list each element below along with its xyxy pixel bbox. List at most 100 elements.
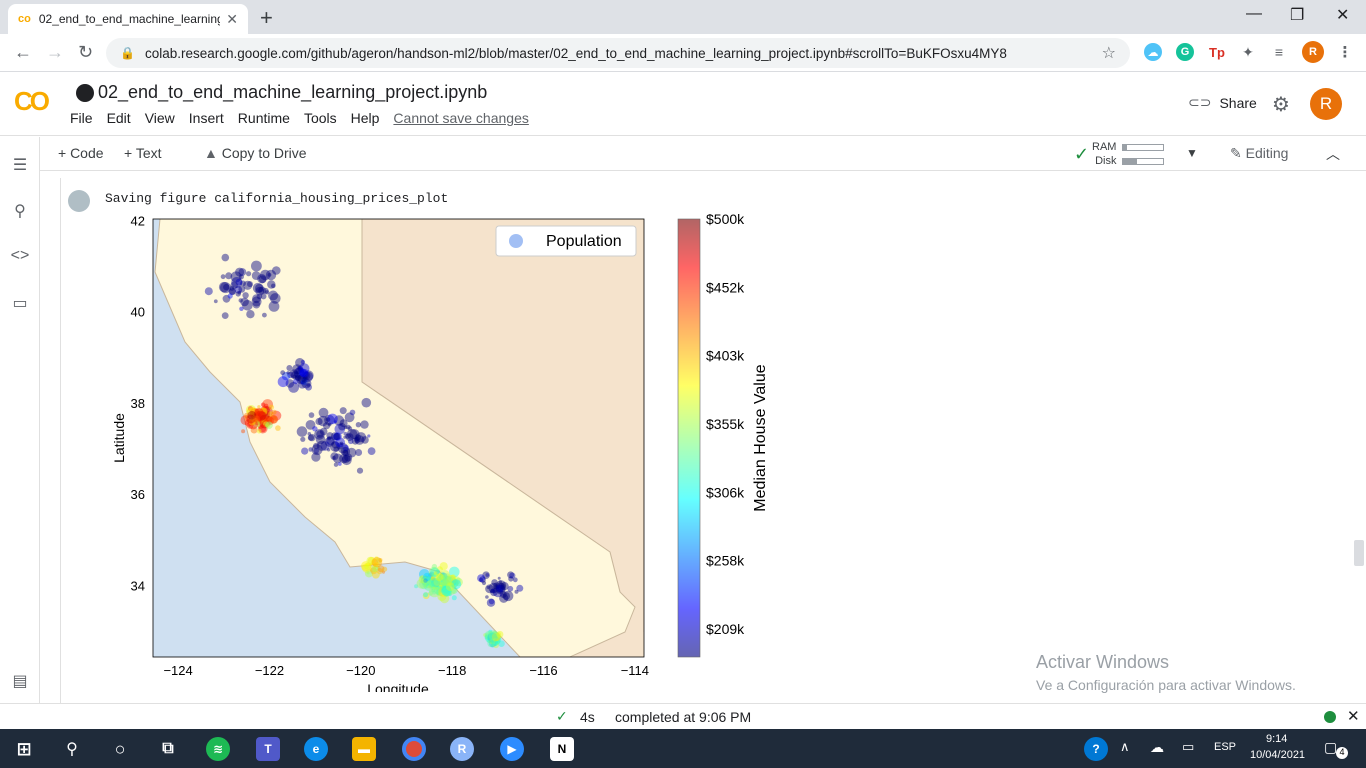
district-point [500, 582, 509, 591]
grammarly-extension-icon[interactable]: G [1176, 43, 1194, 61]
minimize-icon[interactable]: — [1246, 5, 1262, 23]
menu-edit[interactable]: Edit [107, 110, 131, 126]
menu-tools[interactable]: Tools [304, 110, 337, 126]
y-tick-label: 36 [131, 487, 145, 502]
table-of-contents-icon[interactable]: ☰ [10, 155, 30, 175]
district-point [485, 595, 489, 599]
output-icon[interactable] [68, 190, 90, 212]
ram-label: RAM [1092, 141, 1117, 153]
colab-logo[interactable]: CO [14, 86, 50, 117]
search-icon[interactable]: ⚲ [10, 201, 30, 221]
disk-label: Disk [1095, 155, 1117, 167]
menu-insert[interactable]: Insert [189, 110, 224, 126]
copy-to-drive-button[interactable]: ▲ Copy to Drive [204, 145, 307, 161]
menu-view[interactable]: View [145, 110, 175, 126]
menu-help[interactable]: Help [351, 110, 380, 126]
cannot-save-link[interactable]: Cannot save changes [393, 110, 528, 126]
extensions-puzzle-icon[interactable]: ✦ [1239, 43, 1257, 61]
district-point [247, 281, 253, 288]
runtime-status-dot [1324, 711, 1336, 723]
district-point [451, 595, 457, 601]
colorbar-tick-label: $452k [706, 279, 745, 295]
tp-extension-icon[interactable]: Tp [1208, 43, 1226, 61]
files-folder-icon[interactable]: ▭ [10, 293, 30, 313]
edge-icon[interactable]: e [304, 737, 328, 761]
editing-label: Editing [1245, 145, 1289, 161]
back-icon[interactable]: ← [14, 42, 32, 63]
teams-icon[interactable]: T [256, 737, 280, 761]
bookmark-star-icon[interactable]: ☆ [1102, 43, 1116, 63]
task-view-icon[interactable]: ⧉ [156, 737, 180, 761]
district-point [204, 287, 213, 296]
close-tab-icon[interactable]: ✕ [226, 11, 238, 28]
zoom-icon[interactable]: ▶ [500, 737, 524, 761]
file-explorer-icon[interactable]: ▬ [352, 737, 376, 761]
tab-title: 02_end_to_end_machine_learning [38, 12, 221, 26]
close-status-icon[interactable]: ✕ [1347, 707, 1360, 725]
show-hidden-icons[interactable]: ∧ [1120, 739, 1130, 755]
collapse-header-icon[interactable]: ︿ [1326, 144, 1340, 164]
district-point [438, 579, 442, 583]
colab-toolbar: + Code + Text ▲ Copy to Drive ✓ RAM Disk… [40, 137, 1366, 171]
scrollbar-thumb[interactable] [1354, 540, 1364, 566]
forward-icon[interactable]: → [46, 42, 64, 63]
spotify-icon[interactable]: ≋ [206, 737, 230, 761]
reading-list-icon[interactable]: ≡ [1270, 43, 1288, 61]
district-point [299, 368, 309, 378]
url-text: colab.research.google.com/github/ageron/… [144, 45, 1007, 61]
district-point [333, 433, 341, 441]
terminal-icon[interactable]: ▤ [10, 671, 30, 691]
district-point [246, 310, 255, 319]
browser-menu-icon[interactable]: ⋮ [1336, 43, 1354, 61]
district-point [315, 417, 323, 426]
close-window-icon[interactable]: ✕ [1336, 5, 1349, 25]
notion-icon[interactable]: N [550, 737, 574, 761]
language-indicator[interactable]: ESP [1214, 741, 1236, 753]
district-point [349, 409, 356, 416]
restore-icon[interactable]: ❐ [1290, 5, 1304, 25]
account-avatar[interactable]: R [1310, 88, 1342, 120]
district-point [439, 562, 448, 571]
district-point [337, 462, 342, 466]
district-point [263, 403, 269, 408]
status-check-icon: ✓ [556, 708, 568, 724]
district-point [238, 298, 243, 303]
menu-runtime[interactable]: Runtime [238, 110, 290, 126]
activate-subtitle: Ve a Configuración para activar Windows. [1036, 677, 1296, 693]
district-point [367, 447, 376, 455]
code-snippets-icon[interactable]: <> [10, 247, 30, 265]
cortana-icon[interactable]: ○ [108, 737, 132, 761]
district-point [275, 425, 281, 431]
editing-mode-button[interactable]: ✎ Editing [1230, 145, 1288, 162]
district-point [277, 376, 289, 388]
add-code-button[interactable]: + Code [58, 145, 104, 161]
district-point [489, 638, 496, 645]
cloud-extension-icon[interactable]: ☁ [1144, 43, 1162, 61]
search-taskbar-icon[interactable]: ⚲ [60, 737, 84, 761]
chrome-icon[interactable] [402, 737, 426, 761]
settings-gear-icon[interactable]: ⚙ [1272, 92, 1290, 117]
status-completed: completed at 9:06 PM [615, 709, 752, 725]
share-button[interactable]: ⊂⊃ Share [1188, 94, 1257, 111]
address-bar[interactable]: 🔒 colab.research.google.com/github/agero… [106, 38, 1130, 68]
ram-disk-indicator[interactable]: RAM Disk [1092, 140, 1165, 168]
r-profile-icon[interactable]: R [450, 737, 474, 761]
browser-tab[interactable]: co 02_end_to_end_machine_learning ✕ [8, 4, 248, 34]
windows-start-icon[interactable]: ⊞ [12, 737, 36, 761]
clock-date[interactable]: 10/04/2021 [1250, 749, 1305, 761]
resources-dropdown-icon[interactable]: ▼ [1186, 146, 1198, 160]
reload-icon[interactable]: ↻ [78, 42, 93, 63]
network-icon[interactable]: ▭ [1182, 739, 1194, 755]
drive-icon: ▲ [204, 145, 218, 161]
colab-header: CO 02_end_to_end_machine_learning_projec… [0, 72, 1366, 136]
profile-avatar[interactable]: R [1302, 41, 1324, 63]
help-icon[interactable]: ? [1084, 737, 1108, 761]
onedrive-icon[interactable]: ☁ [1150, 739, 1164, 756]
notebook-title[interactable]: 02_end_to_end_machine_learning_project.i… [76, 82, 487, 103]
district-point [300, 436, 306, 442]
add-text-button[interactable]: + Text [124, 145, 162, 161]
new-tab-icon[interactable]: + [260, 5, 273, 31]
district-point [356, 467, 364, 474]
menu-file[interactable]: File [70, 110, 93, 126]
clock-time[interactable]: 9:14 [1266, 733, 1287, 745]
